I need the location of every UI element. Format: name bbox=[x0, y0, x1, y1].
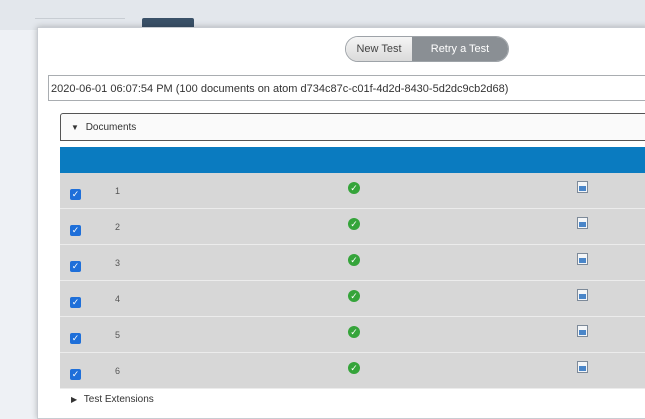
row-number: 4 bbox=[115, 294, 121, 304]
row-checkbox[interactable]: ✓ bbox=[70, 297, 81, 308]
row-number: 3 bbox=[115, 258, 121, 268]
table-row: ✓ 1 ✓ bbox=[60, 173, 645, 209]
document-icon[interactable] bbox=[577, 181, 588, 193]
table-row: ✓ 3 ✓ bbox=[60, 245, 645, 281]
document-icon[interactable] bbox=[577, 289, 588, 301]
table-row: ✓ 5 ✓ bbox=[60, 317, 645, 353]
document-icon[interactable] bbox=[577, 325, 588, 337]
expand-arrow-icon: ▶ bbox=[71, 395, 78, 404]
row-number: 6 bbox=[115, 366, 121, 376]
table-row: ✓ 2 ✓ bbox=[60, 209, 645, 245]
new-test-button[interactable]: New Test bbox=[346, 37, 412, 61]
test-extensions-title: Test Extensions bbox=[83, 394, 154, 405]
background-divider bbox=[35, 18, 125, 19]
check-circle-icon: ✓ bbox=[348, 290, 360, 302]
table-row: ✓ 6 ✓ bbox=[60, 353, 645, 389]
retry-test-button[interactable]: Retry a Test bbox=[412, 37, 508, 61]
check-circle-icon: ✓ bbox=[348, 326, 360, 338]
row-number: 1 bbox=[115, 186, 121, 196]
row-checkbox[interactable]: ✓ bbox=[70, 225, 81, 236]
documents-panel: ▼ Documents ✓ 1 ✓ ✓ 2 ✓ ✓ 3 ✓ ✓ 4 ✓ ✓ 5 … bbox=[60, 113, 645, 389]
row-checkbox[interactable]: ✓ bbox=[70, 189, 81, 200]
row-number: 2 bbox=[115, 222, 121, 232]
background-toolbar bbox=[0, 0, 645, 30]
row-number: 5 bbox=[115, 330, 121, 340]
document-icon[interactable] bbox=[577, 361, 588, 373]
test-dialog: New Test Retry a Test 2020-06-01 06:07:5… bbox=[37, 27, 645, 419]
row-checkbox[interactable]: ✓ bbox=[70, 369, 81, 380]
check-circle-icon: ✓ bbox=[348, 362, 360, 374]
table-row: ✓ 4 ✓ bbox=[60, 281, 645, 317]
document-icon[interactable] bbox=[577, 253, 588, 265]
check-circle-icon: ✓ bbox=[348, 254, 360, 266]
row-checkbox[interactable]: ✓ bbox=[70, 261, 81, 272]
documents-table-header bbox=[60, 147, 645, 173]
documents-panel-title: Documents bbox=[85, 122, 137, 133]
test-run-select[interactable]: 2020-06-01 06:07:54 PM (100 documents on… bbox=[48, 75, 645, 101]
test-extensions-header[interactable]: ▶ Test Extensions bbox=[71, 394, 154, 405]
test-mode-toggle: New Test Retry a Test bbox=[345, 36, 509, 62]
collapse-arrow-icon: ▼ bbox=[71, 123, 79, 132]
check-circle-icon: ✓ bbox=[348, 182, 360, 194]
documents-panel-header[interactable]: ▼ Documents bbox=[60, 113, 645, 141]
row-checkbox[interactable]: ✓ bbox=[70, 333, 81, 344]
document-icon[interactable] bbox=[577, 217, 588, 229]
check-circle-icon: ✓ bbox=[348, 218, 360, 230]
